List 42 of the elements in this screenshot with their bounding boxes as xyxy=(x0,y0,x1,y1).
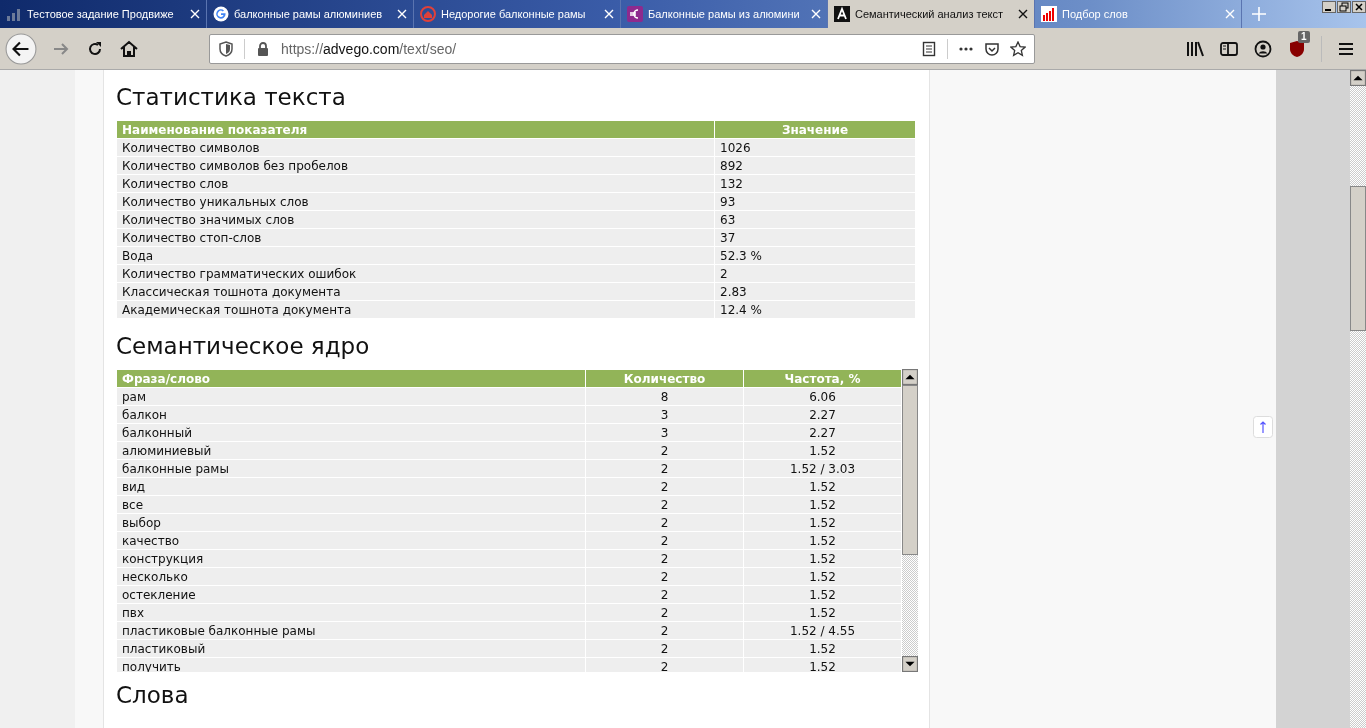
section-heading: Статистика текста xyxy=(116,84,347,110)
tab-title: Балконные рамы из алюмини xyxy=(648,8,801,20)
home-icon[interactable] xyxy=(119,38,139,59)
letter-a-icon xyxy=(834,6,850,22)
url-text: https://advego.com/text/seo/ xyxy=(281,40,457,57)
scroll-up-icon[interactable] xyxy=(1350,70,1366,86)
tab-title: балконные рамы алюминиев xyxy=(234,8,384,20)
column-header: Фраза/слово xyxy=(116,369,586,388)
column-header: Значение xyxy=(714,120,916,139)
column-header: Количество xyxy=(585,369,744,388)
lock-icon[interactable] xyxy=(255,40,271,57)
g-logo-icon xyxy=(213,6,229,22)
account-icon[interactable] xyxy=(1253,38,1273,59)
tab-title: Подбор слов xyxy=(1062,8,1129,20)
bar-chart-icon xyxy=(1041,6,1057,22)
pocket-icon[interactable] xyxy=(984,40,1000,57)
scrollbar-thumb[interactable] xyxy=(902,385,918,555)
shield-icon[interactable] xyxy=(1287,38,1307,59)
close-icon[interactable] xyxy=(1352,1,1366,13)
scroll-up-icon[interactable] xyxy=(902,369,918,385)
tab-title: Недорогие балконные рамы xyxy=(441,8,587,20)
extension-badge: 1 xyxy=(1298,30,1310,43)
browser-tab[interactable]: Семантический анализ текст xyxy=(828,0,1035,28)
back-icon[interactable] xyxy=(5,32,37,65)
column-header: Частота, % xyxy=(743,369,902,388)
address-bar[interactable]: https://advego.com/text/seo/ xyxy=(209,33,1035,64)
column-header: Наименование показателя xyxy=(116,120,715,139)
section-heading: Семантическое ядро xyxy=(116,333,371,359)
tab-title: Тестовое задание Продвиже xyxy=(27,8,175,20)
reader-view-icon[interactable] xyxy=(921,40,937,57)
scroll-down-icon[interactable] xyxy=(902,656,918,672)
scroll-to-top-icon[interactable] xyxy=(1253,416,1273,438)
close-icon[interactable] xyxy=(1018,9,1028,19)
shield-icon[interactable] xyxy=(218,40,234,57)
restore-icon[interactable] xyxy=(1337,1,1351,13)
scrollbar-thumb[interactable] xyxy=(1350,186,1366,331)
bar-chart-icon xyxy=(6,6,22,22)
star-icon[interactable] xyxy=(1010,40,1026,57)
tab-title: Семантический анализ текст xyxy=(855,8,1004,20)
minimize-icon[interactable] xyxy=(1322,1,1336,13)
house-icon xyxy=(420,6,436,22)
section-heading: Слова xyxy=(116,682,190,708)
